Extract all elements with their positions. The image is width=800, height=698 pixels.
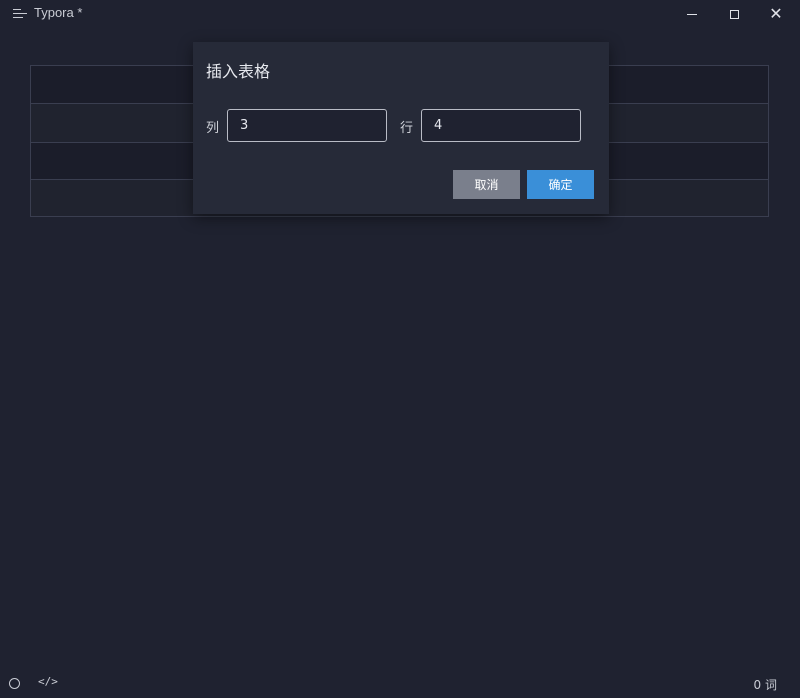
typora-window: Typora * ✕ 插入表格 列 行 取消 确定 </> 0 词	[0, 0, 800, 698]
source-mode-icon[interactable]: </>	[38, 675, 58, 688]
columns-label: 列	[206, 121, 220, 136]
columns-input[interactable]	[227, 109, 387, 142]
rows-label: 行	[400, 121, 414, 136]
window-title: Typora *	[34, 5, 83, 20]
rows-input[interactable]	[421, 109, 581, 142]
maximize-icon[interactable]	[723, 4, 745, 24]
cancel-button[interactable]: 取消	[453, 170, 520, 199]
outline-toggle-icon[interactable]	[9, 678, 20, 689]
confirm-button[interactable]: 确定	[527, 170, 594, 199]
title-bar: Typora * ✕	[0, 0, 800, 28]
dialog-title: 插入表格	[206, 62, 271, 81]
close-icon[interactable]: ✕	[765, 4, 787, 24]
minimize-icon[interactable]	[681, 4, 703, 24]
word-count[interactable]: 0 词	[754, 676, 777, 693]
insert-table-dialog: 插入表格 列 行 取消 确定	[193, 42, 609, 214]
menu-icon[interactable]	[13, 9, 27, 19]
